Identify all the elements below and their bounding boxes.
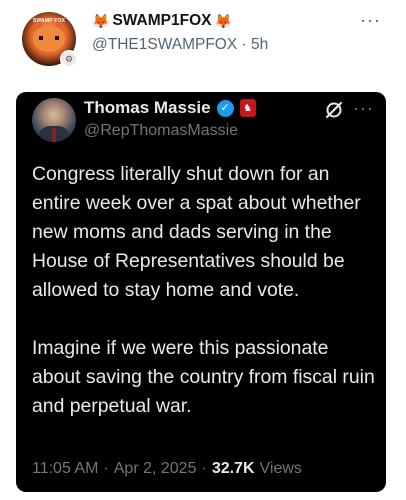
handle[interactable]: @THE1SWAMPFOX: [92, 36, 237, 53]
embedded-screenshot[interactable]: Thomas Massie ✓ ♞ @RepThomasMassie ··· C…: [16, 92, 386, 492]
grok-slash-icon[interactable]: [324, 100, 344, 120]
fox-eyes: [39, 36, 59, 40]
fox-emoji-icon: 🦊: [214, 12, 232, 29]
tweet-meta: 11:05 AM · Apr 2, 2025 · 32.7K Views: [32, 460, 302, 478]
handle-row: @THE1SWAMPFOX · 5h: [92, 36, 268, 54]
quoted-display-name[interactable]: Thomas Massie: [84, 98, 211, 118]
quoted-handle[interactable]: @RepThomasMassie: [84, 122, 238, 140]
post-header: SWAMP FOX ⚙ 🦊 SWAMP1FOX 🦊 @THE1SWAMPFOX …: [0, 0, 406, 78]
meta-dot: ·: [201, 460, 207, 477]
display-name-row[interactable]: 🦊 SWAMP1FOX 🦊: [92, 12, 232, 30]
verified-check-icon: ✓: [216, 99, 234, 117]
timestamp[interactable]: 5h: [251, 36, 268, 53]
tweet-date[interactable]: Apr 2, 2025: [114, 460, 197, 478]
views-count[interactable]: 32.7K: [212, 460, 255, 478]
views-label: Views: [259, 460, 302, 477]
quoted-name-row[interactable]: Thomas Massie ✓ ♞: [84, 98, 256, 118]
tweet-time[interactable]: 11:05 AM: [32, 460, 98, 478]
quoted-more-options-icon[interactable]: ···: [353, 98, 374, 119]
separator-dot: ·: [241, 36, 247, 53]
more-options-icon[interactable]: ···: [360, 10, 381, 31]
quoted-avatar[interactable]: [32, 98, 76, 142]
fox-emoji-icon: 🦊: [92, 12, 110, 29]
post-card: SWAMP FOX ⚙ 🦊 SWAMP1FOX 🦊 @THE1SWAMPFOX …: [0, 0, 406, 500]
meta-dot: ·: [103, 460, 109, 477]
display-name[interactable]: SWAMP1FOX: [112, 12, 211, 30]
avatar-tie: [52, 128, 56, 142]
verified-org-badge-icon: ⚙: [60, 50, 78, 68]
party-affiliation-badge-icon: ♞: [239, 99, 256, 117]
tweet-body: Congress literally shut down for an enti…: [32, 163, 375, 417]
